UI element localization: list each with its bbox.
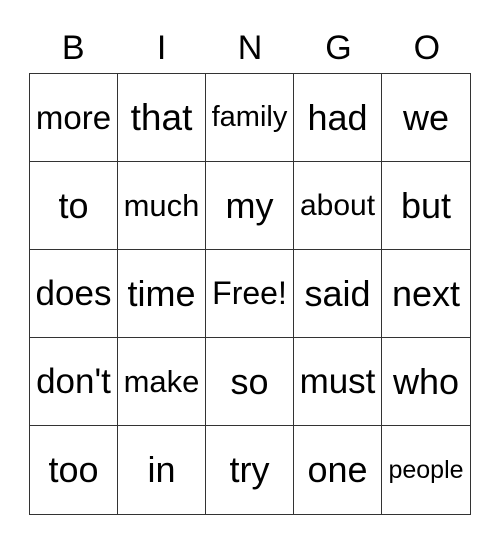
bingo-cell[interactable]: had: [294, 74, 382, 162]
bingo-cell[interactable]: next: [382, 250, 470, 338]
bingo-cell[interactable]: to: [30, 162, 118, 250]
bingo-cell[interactable]: too: [30, 426, 118, 514]
free-space-cell[interactable]: Free!: [206, 250, 294, 338]
bingo-cell[interactable]: but: [382, 162, 470, 250]
bingo-cell[interactable]: my: [206, 162, 294, 250]
bingo-cell[interactable]: we: [382, 74, 470, 162]
bingo-cell[interactable]: that: [118, 74, 206, 162]
bingo-cell[interactable]: try: [206, 426, 294, 514]
bingo-cell[interactable]: who: [382, 338, 470, 426]
bingo-cell[interactable]: said: [294, 250, 382, 338]
header-letter-n: N: [237, 29, 263, 67]
bingo-cell[interactable]: more: [30, 74, 118, 162]
bingo-cell[interactable]: must: [294, 338, 382, 426]
bingo-cell[interactable]: don't: [30, 338, 118, 426]
header-letter-b: B: [61, 29, 85, 67]
bingo-cell[interactable]: make: [118, 338, 206, 426]
header-letter-g: G: [325, 29, 352, 67]
bingo-cell[interactable]: much: [118, 162, 206, 250]
bingo-cell[interactable]: people: [382, 426, 470, 514]
bingo-cell[interactable]: does: [30, 250, 118, 338]
bingo-cell[interactable]: so: [206, 338, 294, 426]
bingo-grid: more that family had we to much my about but does t…: [29, 73, 471, 515]
bingo-header: BINGO: [29, 28, 471, 68]
header-letter-o: O: [413, 29, 441, 67]
header-letter-i: I: [156, 29, 167, 67]
bingo-cell[interactable]: time: [118, 250, 206, 338]
bingo-cell[interactable]: family: [206, 74, 294, 162]
bingo-cell[interactable]: in: [118, 426, 206, 514]
bingo-cell[interactable]: about: [294, 162, 382, 250]
bingo-cell[interactable]: one: [294, 426, 382, 514]
